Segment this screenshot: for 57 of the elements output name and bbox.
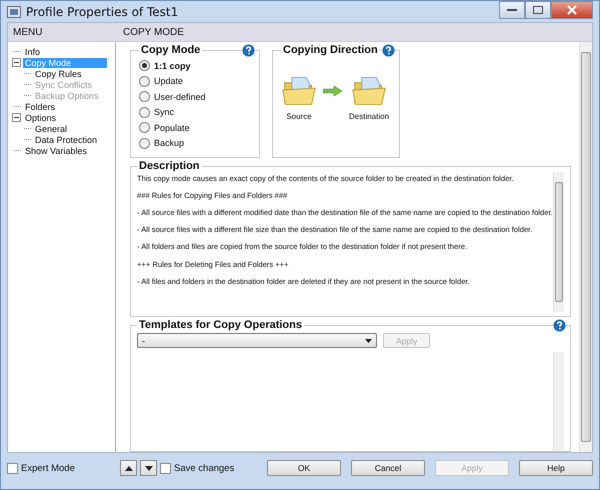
radio-option[interactable]: 1:1 copy [139, 58, 251, 74]
scrollbar[interactable] [553, 352, 564, 451]
radio-option[interactable]: User-defined [139, 89, 251, 104]
move-up-button[interactable] [120, 460, 137, 476]
destination-label: Destination [349, 112, 390, 121]
group-title: Templates for Copy Operations [138, 319, 303, 331]
radio-button[interactable] [139, 138, 150, 149]
menu-label: MENU [12, 26, 44, 38]
source-label: Source [286, 112, 312, 121]
move-down-button[interactable] [140, 460, 157, 476]
collapse-icon[interactable] [12, 58, 21, 67]
expert-mode-checkbox[interactable]: Expert Mode [7, 462, 117, 474]
help-icon[interactable] [242, 44, 255, 57]
group-title: Description [138, 160, 201, 172]
minimize-icon [507, 8, 517, 12]
tree-item[interactable]: Folders [23, 102, 58, 112]
up-triangle-icon [124, 466, 132, 470]
section-title: COPY MODE [123, 26, 184, 38]
help-icon[interactable] [382, 44, 395, 57]
minimize-button[interactable] [499, 1, 525, 19]
tree-item[interactable]: Info [23, 46, 42, 56]
tree-item[interactable]: Copy Rules [33, 68, 84, 78]
radio-option[interactable]: Populate [139, 120, 251, 136]
maximize-button[interactable] [525, 1, 551, 19]
radio-option[interactable]: Update [139, 74, 251, 89]
dialog-button[interactable]: Help [519, 460, 593, 476]
maximize-icon [533, 6, 543, 14]
close-icon [567, 5, 577, 15]
arrow-icon [323, 84, 343, 96]
close-button[interactable] [551, 1, 593, 19]
radio-button[interactable] [139, 122, 150, 134]
tree-item[interactable]: Data Protection [33, 134, 100, 144]
checkbox[interactable] [7, 462, 18, 474]
save-changes-checkbox[interactable]: Save changes [160, 462, 234, 474]
collapse-icon[interactable] [12, 113, 21, 122]
group-title: Copying Direction [282, 44, 379, 56]
group-title: Copy Mode [140, 44, 202, 56]
scrollbar[interactable] [579, 42, 592, 452]
radio-option[interactable]: Sync [139, 104, 251, 120]
checkbox[interactable] [160, 462, 171, 474]
tree-item[interactable]: General [33, 124, 70, 134]
radio-button[interactable] [139, 60, 150, 72]
radio-button[interactable] [139, 106, 150, 118]
radio-button[interactable] [139, 76, 150, 87]
tree-item[interactable]: Show Variables [23, 146, 89, 156]
dialog-button[interactable]: OK [267, 460, 341, 476]
dialog-button[interactable]: Cancel [351, 460, 425, 476]
help-icon[interactable] [553, 319, 566, 332]
radio-button[interactable] [139, 91, 150, 102]
tree-item[interactable]: Options [23, 112, 58, 122]
app-icon [7, 4, 21, 18]
caret-icon [365, 338, 372, 342]
radio-option[interactable]: Backup [139, 136, 251, 151]
down-triangle-icon [144, 466, 152, 470]
template-dropdown[interactable]: - [137, 333, 377, 348]
scrollbar[interactable] [553, 172, 564, 312]
window-title: Profile Properties of Test1 [26, 4, 178, 18]
